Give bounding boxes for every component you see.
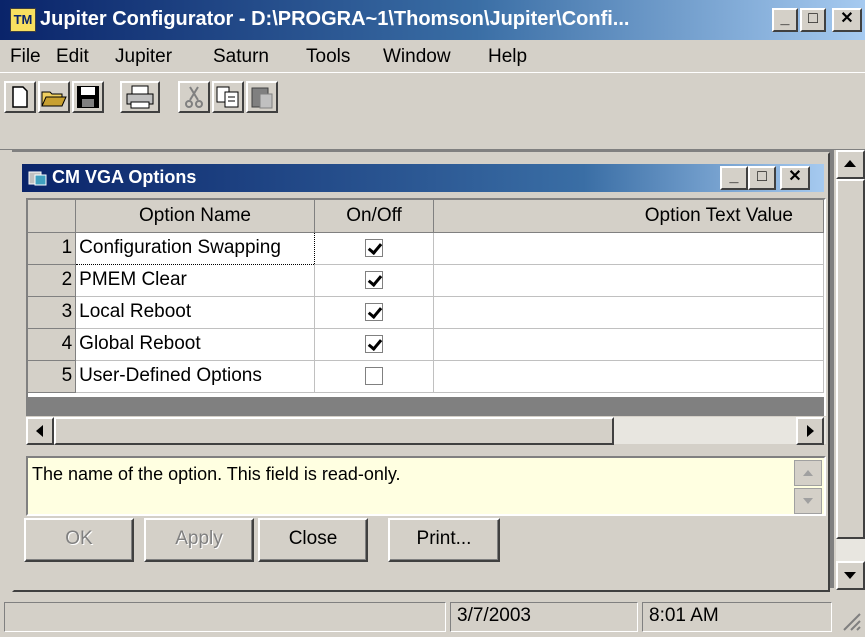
menu-help[interactable]: Help bbox=[488, 46, 527, 68]
option-text-value-cell[interactable] bbox=[433, 264, 824, 297]
on-off-checkbox[interactable] bbox=[365, 334, 384, 353]
description-text: The name of the option. This field is re… bbox=[32, 464, 401, 484]
option-name-cell[interactable]: User-Defined Options bbox=[75, 360, 315, 393]
minimize-button[interactable]: _ bbox=[772, 8, 798, 32]
scroll-down-icon[interactable] bbox=[836, 561, 865, 590]
horizontal-scroll-thumb[interactable] bbox=[54, 417, 614, 445]
scroll-thumb[interactable] bbox=[836, 179, 865, 539]
child-maximize-button[interactable]: □ bbox=[748, 166, 776, 190]
table-row[interactable]: 4 Global Reboot bbox=[28, 328, 824, 361]
options-window-title-bar[interactable]: CM VGA Options _ □ ✕ bbox=[22, 164, 824, 192]
apply-button[interactable]: Apply bbox=[144, 518, 254, 562]
table-row[interactable]: 3 Local Reboot bbox=[28, 296, 824, 329]
on-off-cell bbox=[314, 264, 435, 297]
window-icon bbox=[28, 171, 47, 186]
option-name-cell[interactable]: Global Reboot bbox=[75, 328, 315, 361]
menu-bar: File Edit Jupiter Saturn Tools Window He… bbox=[0, 40, 865, 72]
table-row[interactable]: 5 User-Defined Options bbox=[28, 360, 824, 393]
column-header-option-name[interactable]: Option Name bbox=[75, 200, 315, 233]
menu-tools[interactable]: Tools bbox=[306, 46, 350, 68]
paste-icon[interactable] bbox=[246, 81, 278, 113]
description-box: The name of the option. This field is re… bbox=[26, 456, 826, 516]
ok-button[interactable]: OK bbox=[24, 518, 134, 562]
cut-scissors-icon[interactable] bbox=[178, 81, 210, 113]
on-off-cell bbox=[314, 232, 435, 265]
option-name-cell[interactable]: Local Reboot bbox=[75, 296, 315, 329]
resize-grip-icon[interactable] bbox=[838, 608, 862, 632]
app-icon: TM bbox=[10, 8, 36, 32]
status-message-pane bbox=[4, 602, 446, 632]
on-off-checkbox[interactable] bbox=[365, 238, 384, 257]
menu-window[interactable]: Window bbox=[383, 46, 451, 68]
copy-icon[interactable] bbox=[212, 81, 244, 113]
close-dialog-button[interactable]: Close bbox=[258, 518, 368, 562]
grid-corner-header bbox=[28, 200, 77, 233]
description-scrollbar[interactable] bbox=[794, 460, 822, 514]
on-off-checkbox[interactable] bbox=[365, 270, 384, 289]
main-title-bar[interactable]: TM Jupiter Configurator - D:\PROGRA~1\Th… bbox=[0, 0, 865, 40]
print-button[interactable]: Print... bbox=[388, 518, 500, 562]
option-name-cell[interactable]: PMEM Clear bbox=[75, 264, 315, 297]
options-grid[interactable]: Option Name On/Off Option Text Value 1 C… bbox=[26, 198, 826, 428]
column-header-option-text-value[interactable]: Option Text Value bbox=[433, 200, 824, 233]
print-icon[interactable] bbox=[120, 81, 160, 113]
options-window: CM VGA Options _ □ ✕ Option Name On/Off … bbox=[12, 152, 830, 592]
column-header-on-off[interactable]: On/Off bbox=[314, 200, 435, 233]
new-document-icon[interactable] bbox=[4, 81, 36, 113]
option-text-value-cell[interactable] bbox=[433, 232, 824, 265]
on-off-cell bbox=[314, 296, 435, 329]
vertical-scrollbar[interactable] bbox=[836, 150, 865, 590]
desc-scroll-down-icon[interactable] bbox=[794, 488, 822, 514]
table-row[interactable]: 1 Configuration Swapping bbox=[28, 231, 824, 265]
table-row[interactable]: 2 PMEM Clear bbox=[28, 264, 824, 297]
option-name-cell[interactable]: Configuration Swapping bbox=[75, 231, 315, 265]
maximize-button[interactable]: □ bbox=[800, 8, 826, 32]
open-folder-icon[interactable] bbox=[38, 81, 70, 113]
option-text-value-cell[interactable] bbox=[433, 296, 824, 329]
on-off-cell bbox=[314, 328, 435, 361]
scroll-right-icon[interactable] bbox=[796, 417, 824, 445]
on-off-checkbox[interactable] bbox=[365, 302, 384, 321]
close-button[interactable]: ✕ bbox=[832, 8, 862, 32]
option-text-value-cell[interactable] bbox=[433, 328, 824, 361]
child-minimize-button[interactable]: _ bbox=[720, 166, 748, 190]
status-date: 3/7/2003 bbox=[450, 602, 638, 632]
status-time: 8:01 AM bbox=[642, 602, 832, 632]
horizontal-scrollbar[interactable] bbox=[26, 416, 826, 445]
row-number: 3 bbox=[28, 296, 77, 329]
row-number: 4 bbox=[28, 328, 77, 361]
row-number: 5 bbox=[28, 360, 77, 393]
option-text-value-cell[interactable] bbox=[433, 360, 824, 393]
options-window-title: CM VGA Options bbox=[52, 167, 197, 187]
menu-file[interactable]: File bbox=[10, 46, 41, 68]
scroll-left-icon[interactable] bbox=[26, 417, 54, 445]
scroll-up-icon[interactable] bbox=[836, 150, 865, 179]
menu-edit[interactable]: Edit bbox=[56, 46, 89, 68]
desc-scroll-up-icon[interactable] bbox=[794, 460, 822, 486]
row-number: 2 bbox=[28, 264, 77, 297]
toolbar bbox=[0, 72, 865, 150]
child-close-button[interactable]: ✕ bbox=[780, 166, 810, 190]
save-disk-icon[interactable] bbox=[72, 81, 104, 113]
menu-jupiter[interactable]: Jupiter bbox=[115, 46, 172, 68]
on-off-checkbox[interactable] bbox=[365, 366, 384, 385]
row-number: 1 bbox=[28, 232, 77, 265]
menu-saturn[interactable]: Saturn bbox=[213, 46, 269, 68]
status-bar: 3/7/2003 8:01 AM bbox=[0, 598, 865, 637]
on-off-cell bbox=[314, 360, 435, 393]
window-title: Jupiter Configurator - D:\PROGRA~1\Thoms… bbox=[40, 8, 630, 30]
